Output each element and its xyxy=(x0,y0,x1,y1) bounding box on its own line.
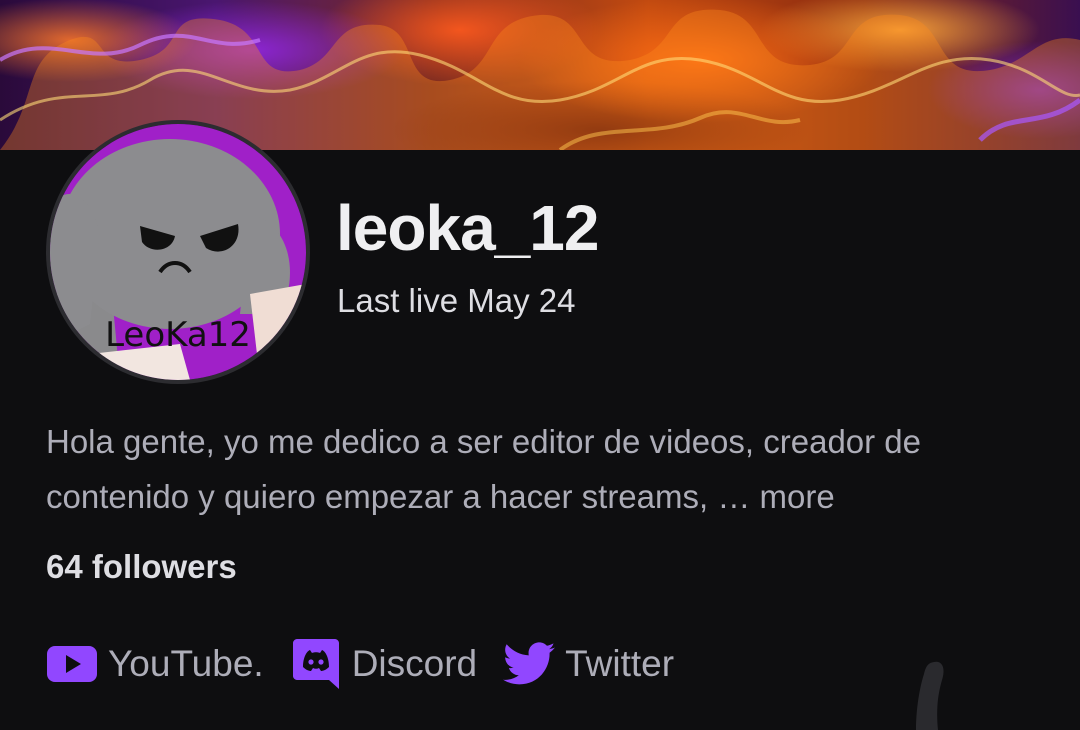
social-link-discord[interactable]: Discord xyxy=(290,638,477,690)
avatar-logo-text: LeoKa12 xyxy=(105,315,251,355)
channel-avatar[interactable]: LeoKa12 xyxy=(46,120,310,384)
follower-count: 64 followers xyxy=(46,548,237,585)
youtube-icon xyxy=(46,638,98,690)
social-link-youtube[interactable]: YouTube. xyxy=(46,638,264,690)
twitter-icon xyxy=(503,638,556,690)
last-live-status: Last live May 24 xyxy=(337,282,576,319)
social-link-twitter[interactable]: Twitter xyxy=(503,638,674,690)
channel-profile-page: LeoKa12 leoka_12 Last live May 24 Hola g… xyxy=(0,0,1080,730)
avatar-artwork: LeoKa12 xyxy=(50,124,306,380)
social-link-label: YouTube. xyxy=(108,643,264,684)
channel-bio: Hola gente, yo me dedico a ser editor de… xyxy=(46,414,1036,524)
channel-username: leoka_12 xyxy=(336,192,599,264)
social-links: YouTube. Discord Twitter xyxy=(46,636,700,692)
social-link-label: Discord xyxy=(351,643,478,684)
social-link-label: Twitter xyxy=(565,643,675,684)
discord-icon xyxy=(290,638,342,690)
bio-more-link[interactable]: more xyxy=(760,478,835,515)
scroll-handle[interactable] xyxy=(912,656,952,730)
